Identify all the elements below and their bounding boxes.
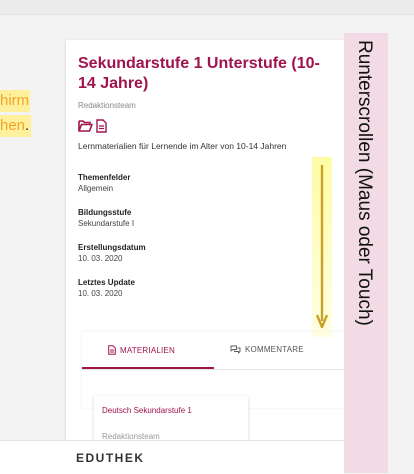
left-annotation-line-2: hen. — [0, 115, 32, 137]
meta-label: Letztes Update — [78, 278, 135, 287]
meta-value: Allgemein — [78, 184, 114, 193]
footer: EDUTHEK — [0, 440, 344, 474]
left-annotation: hirm hen. — [0, 90, 32, 137]
eduthek-logo[interactable]: EDUTHEK — [76, 451, 145, 465]
meta-themenfelder: Themenfelder Allgemein — [78, 172, 130, 194]
content-type-icons — [78, 119, 107, 133]
author-label[interactable]: Redaktionsteam — [78, 101, 136, 110]
meta-label: Themenfelder — [78, 173, 131, 182]
left-annotation-dot: . — [25, 117, 30, 134]
tab-materialien[interactable]: MATERIALIEN — [108, 345, 175, 355]
meta-bildungsstufe: Bildungsstufe Sekundarstufe I — [78, 207, 134, 229]
meta-value: 10. 03. 2020 — [78, 254, 123, 263]
folder-open-icon — [78, 120, 93, 132]
collection-card: Sekundarstufe 1 Unterstufe (10-14 Jahre)… — [66, 40, 346, 456]
tab-label: MATERIALIEN — [120, 345, 175, 355]
top-bar — [0, 0, 414, 15]
arrow-down-icon — [315, 165, 329, 329]
page-title: Sekundarstufe 1 Unterstufe (10-14 Jahre) — [78, 55, 320, 92]
tabs-divider — [82, 369, 344, 370]
document-icon — [96, 119, 107, 133]
meta-letztes-update: Letztes Update 10. 03. 2020 — [78, 277, 135, 299]
material-title[interactable]: Deutsch Sekundarstufe 1 — [102, 406, 192, 415]
meta-value: Sekundarstufe I — [78, 219, 135, 228]
tab-label: KOMMENTARE — [245, 345, 304, 354]
document-icon — [108, 345, 116, 355]
left-annotation-line-2-text: hen — [0, 117, 26, 134]
chat-bubbles-icon — [230, 345, 241, 354]
scroll-arrow — [312, 157, 332, 337]
meta-label: Erstellungsdatum — [78, 243, 146, 252]
description: Lernmaterialien für Lernende im Alter vo… — [78, 141, 287, 151]
scroll-hint-text: Runterscrollen (Maus oder Touch) — [354, 40, 375, 326]
meta-label: Bildungsstufe — [78, 208, 132, 217]
left-annotation-line-1: hirm — [0, 90, 31, 112]
meta-erstellungsdatum: Erstellungsdatum 10. 03. 2020 — [78, 242, 146, 264]
tab-kommentare[interactable]: KOMMENTARE — [230, 345, 304, 354]
meta-value: 10. 03. 2020 — [78, 289, 123, 298]
